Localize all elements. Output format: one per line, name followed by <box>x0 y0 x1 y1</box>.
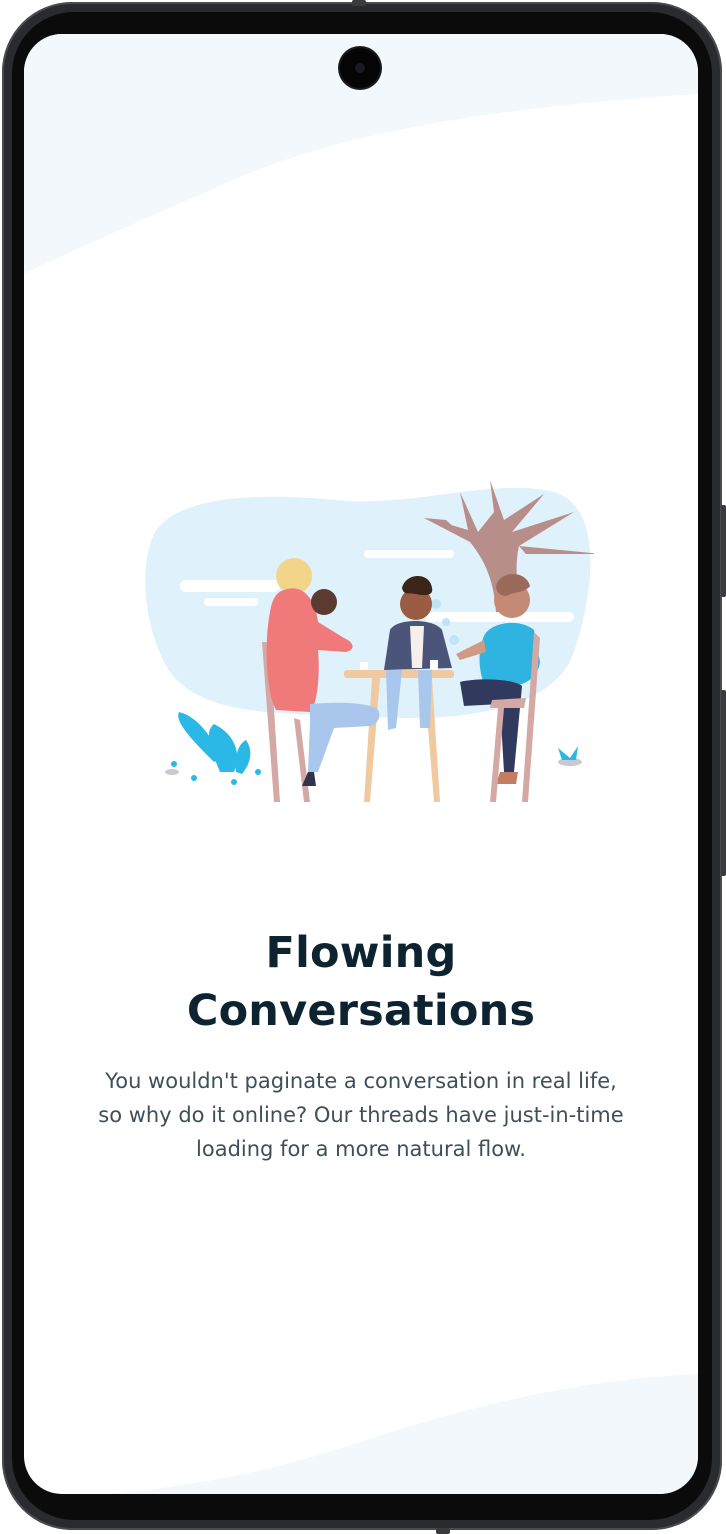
onboarding-screen: Flowing Conversations You wouldn't pagin… <box>24 34 698 1494</box>
top-sensor-notch <box>352 0 366 6</box>
phone-device: Flowing Conversations You wouldn't pagin… <box>0 0 726 1534</box>
bottom-port-notch <box>436 1528 450 1534</box>
volume-button <box>721 690 726 876</box>
page-description: You wouldn't paginate a conversation in … <box>98 1069 624 1161</box>
page-title: Flowing Conversations <box>186 928 536 1036</box>
front-camera-icon <box>340 48 380 88</box>
power-button <box>721 505 726 597</box>
people-talking-at-table-illustration <box>145 480 594 802</box>
